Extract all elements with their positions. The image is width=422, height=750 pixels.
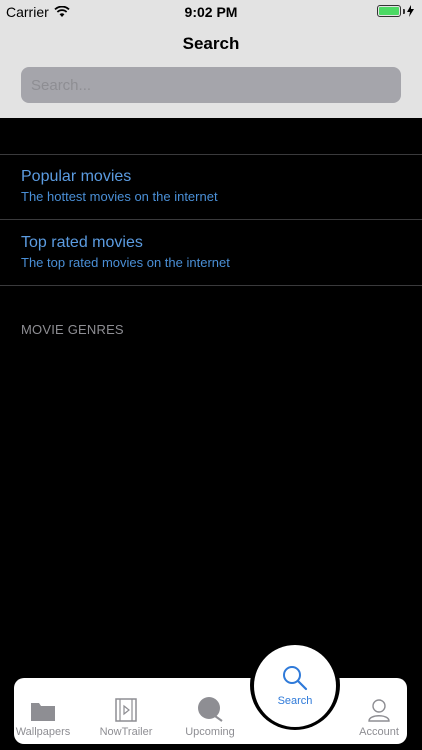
- tab-wallpapers[interactable]: Wallpapers: [14, 678, 72, 744]
- search-input[interactable]: [31, 76, 401, 94]
- tab-label: Wallpapers: [15, 726, 71, 738]
- search-bar[interactable]: [21, 67, 401, 103]
- search-icon: [283, 666, 308, 691]
- film-icon: [115, 698, 137, 722]
- person-icon: [368, 699, 390, 722]
- folder-icon: [31, 703, 55, 721]
- menu-item-subtitle: The top rated movies on the internet: [21, 255, 230, 270]
- menu-item-top-rated-movies[interactable]: Top rated movies The top rated movies on…: [21, 234, 401, 270]
- tab-bar: Wallpapers NowTrailer Upcoming Account: [14, 678, 407, 744]
- battery-icon: [377, 5, 414, 17]
- divider: [0, 285, 422, 286]
- tab-label: Account: [359, 726, 399, 738]
- section-header-movie-genres: MOVIE GENRES: [21, 322, 124, 337]
- menu-item-subtitle: The hottest movies on the internet: [21, 189, 218, 204]
- tab-label: Search: [277, 695, 313, 707]
- menu-item-title: Popular movies: [21, 168, 132, 185]
- menu-item-popular-movies[interactable]: Popular movies The hottest movies on the…: [21, 168, 401, 204]
- clapper-icon: [198, 697, 223, 722]
- divider: [0, 154, 422, 155]
- divider: [0, 219, 422, 220]
- search-content: Popular movies The hottest movies on the…: [0, 118, 422, 678]
- navigation-header: Search: [0, 24, 422, 118]
- tab-label: NowTrailer: [99, 726, 153, 738]
- tab-upcoming[interactable]: Upcoming: [180, 678, 240, 744]
- page-title: Search: [182, 34, 240, 53]
- tab-nowtrailer[interactable]: NowTrailer: [96, 678, 156, 744]
- tab-label: Upcoming: [185, 726, 235, 738]
- clock: 9:02 PM: [184, 4, 238, 20]
- menu-item-title: Top rated movies: [21, 234, 143, 251]
- tab-account[interactable]: Account: [354, 678, 404, 744]
- status-bar: Carrier 9:02 PM: [0, 0, 422, 24]
- charging-bolt-icon: [407, 5, 414, 17]
- tab-search[interactable]: Search: [254, 645, 336, 727]
